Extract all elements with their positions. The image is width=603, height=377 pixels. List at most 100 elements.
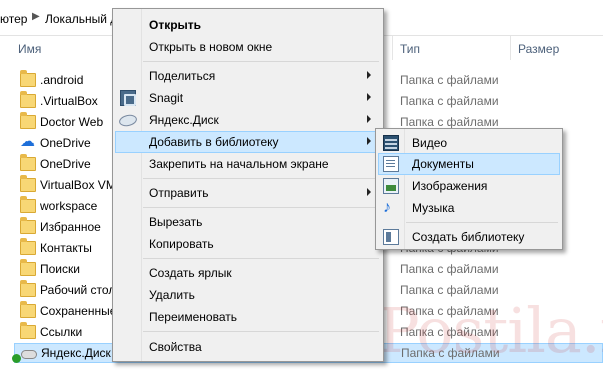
documents-library-icon bbox=[383, 156, 399, 172]
menu-item-yandex-disk[interactable]: Яндекс.Диск bbox=[115, 109, 381, 131]
menu-label: Создать библиотеку bbox=[412, 230, 525, 244]
library-submenu: Видео Документы Изображения ♪ Музыка Соз… bbox=[375, 128, 563, 250]
folder-icon bbox=[20, 112, 36, 129]
menu-item-video[interactable]: Видео bbox=[378, 132, 560, 154]
breadcrumb-chevron-icon[interactable]: ▶ bbox=[32, 11, 40, 22]
new-library-icon bbox=[383, 229, 399, 245]
menu-separator bbox=[143, 178, 379, 179]
file-name: workspace bbox=[40, 199, 98, 213]
watermark: Postila.ru bbox=[378, 294, 603, 367]
yandex-disk-icon bbox=[118, 113, 138, 128]
images-library-icon bbox=[383, 178, 399, 194]
folder-icon bbox=[20, 154, 36, 171]
menu-item-create-shortcut[interactable]: Создать ярлык bbox=[115, 262, 381, 284]
file-name: Избранное bbox=[40, 220, 101, 234]
folder-icon bbox=[20, 70, 36, 87]
folder-icon bbox=[20, 280, 36, 297]
menu-label: Яндекс.Диск bbox=[149, 113, 219, 127]
menu-label: Музыка bbox=[412, 201, 455, 215]
menu-item-delete[interactable]: Удалить bbox=[115, 284, 381, 306]
music-library-icon: ♪ bbox=[383, 199, 391, 216]
file-name: Яндекс.Диск bbox=[41, 346, 111, 360]
menu-item-cut[interactable]: Вырезать bbox=[115, 211, 381, 233]
menu-item-open[interactable]: Открыть bbox=[115, 14, 381, 36]
yandex-disk-icon bbox=[21, 350, 37, 359]
snagit-icon bbox=[120, 90, 136, 106]
submenu-arrow-icon bbox=[367, 71, 371, 79]
file-name: .android bbox=[40, 73, 84, 87]
file-name: OneDrive bbox=[40, 136, 91, 150]
menu-label: Видео bbox=[412, 136, 448, 150]
menu-separator bbox=[143, 207, 379, 208]
menu-item-rename[interactable]: Переименовать bbox=[115, 306, 381, 328]
file-type: Папка с файлами bbox=[400, 115, 499, 129]
submenu-arrow-icon bbox=[367, 115, 371, 123]
menu-separator bbox=[143, 258, 379, 259]
folder-icon bbox=[20, 91, 36, 108]
folder-icon bbox=[20, 259, 36, 276]
file-type: Папка с файлами bbox=[400, 73, 499, 87]
file-name: Поиски bbox=[40, 262, 80, 276]
folder-icon bbox=[20, 175, 36, 192]
menu-item-pin-to-start[interactable]: Закрепить на начальном экране bbox=[115, 153, 381, 175]
menu-item-open-new-window[interactable]: Открыть в новом окне bbox=[115, 36, 381, 58]
file-name: Рабочий стол bbox=[40, 283, 116, 297]
file-name: VirtualBox VM bbox=[40, 178, 116, 192]
file-name: OneDrive bbox=[40, 157, 91, 171]
menu-label: Свойства bbox=[149, 340, 202, 354]
menu-label: Документы bbox=[412, 157, 474, 171]
menu-label: Вырезать bbox=[149, 215, 203, 229]
file-type: Папка с файлами bbox=[400, 94, 499, 108]
menu-item-add-to-library[interactable]: Добавить в библиотеку bbox=[115, 131, 381, 153]
menu-label: Закрепить на начальном экране bbox=[149, 157, 329, 171]
sync-check-icon bbox=[12, 354, 21, 363]
cloud-icon: ☁ bbox=[20, 133, 35, 150]
column-divider[interactable] bbox=[510, 36, 511, 60]
menu-label: Snagit bbox=[149, 91, 184, 105]
menu-separator bbox=[143, 331, 379, 332]
submenu-arrow-icon bbox=[367, 188, 371, 196]
menu-item-share[interactable]: Поделиться bbox=[115, 65, 381, 87]
menu-item-snagit[interactable]: Snagit bbox=[115, 87, 381, 109]
menu-item-create-library[interactable]: Создать библиотеку bbox=[378, 226, 560, 248]
folder-icon bbox=[20, 322, 36, 339]
submenu-arrow-icon bbox=[367, 93, 371, 101]
menu-label: Изображения bbox=[412, 179, 488, 193]
file-name: Сохраненные bbox=[40, 304, 117, 318]
menu-label: Открыть bbox=[149, 18, 202, 32]
folder-icon bbox=[20, 301, 36, 318]
menu-item-copy[interactable]: Копировать bbox=[115, 233, 381, 255]
menu-label: Удалить bbox=[149, 288, 195, 302]
folder-icon bbox=[20, 238, 36, 255]
video-library-icon bbox=[383, 135, 399, 151]
menu-item-images[interactable]: Изображения bbox=[378, 175, 560, 197]
menu-separator bbox=[143, 61, 379, 62]
folder-icon bbox=[20, 196, 36, 213]
breadcrumb-computer[interactable]: ютер bbox=[0, 12, 27, 26]
file-name: .VirtualBox bbox=[40, 94, 98, 108]
column-header-name[interactable]: Имя bbox=[18, 42, 41, 56]
menu-item-send-to[interactable]: Отправить bbox=[115, 182, 381, 204]
submenu-arrow-icon bbox=[367, 137, 371, 145]
menu-label: Копировать bbox=[149, 237, 214, 251]
menu-label: Отправить bbox=[149, 186, 209, 200]
file-type: Папка с файлами bbox=[400, 262, 499, 276]
menu-label: Открыть в новом окне bbox=[149, 40, 273, 54]
file-name: Ссылки bbox=[40, 325, 83, 339]
folder-icon bbox=[20, 217, 36, 234]
menu-separator bbox=[406, 222, 558, 223]
column-header-type[interactable]: Тип bbox=[400, 42, 420, 56]
menu-label: Добавить в библиотеку bbox=[149, 135, 279, 149]
column-divider[interactable] bbox=[392, 36, 393, 60]
menu-label: Создать ярлык bbox=[149, 266, 232, 280]
menu-label: Переименовать bbox=[149, 310, 237, 324]
breadcrumb-local-disk[interactable]: Локальный д bbox=[45, 12, 117, 26]
file-name: Doctor Web bbox=[40, 115, 104, 129]
context-menu: Открыть Открыть в новом окне Поделиться … bbox=[112, 8, 384, 362]
menu-label: Поделиться bbox=[149, 69, 216, 83]
menu-item-properties[interactable]: Свойства bbox=[115, 336, 381, 358]
file-name: Контакты bbox=[40, 241, 92, 255]
menu-item-documents[interactable]: Документы bbox=[378, 153, 560, 175]
column-header-size[interactable]: Размер bbox=[518, 42, 559, 56]
menu-item-music[interactable]: ♪ Музыка bbox=[378, 197, 560, 219]
